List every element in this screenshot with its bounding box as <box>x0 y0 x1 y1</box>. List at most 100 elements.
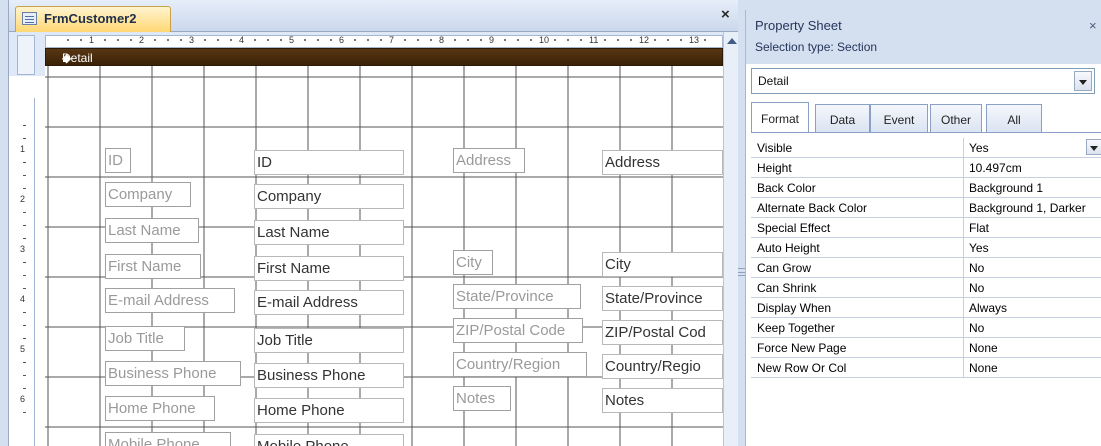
property-row[interactable]: Keep Together No <box>751 318 1101 338</box>
ruler-tick <box>280 39 282 41</box>
property-value[interactable]: No <box>963 318 1101 338</box>
ruler-number: 11 <box>589 35 599 45</box>
ruler-tick <box>23 238 26 239</box>
property-row[interactable]: New Row Or Col None <box>751 358 1101 378</box>
text-box[interactable]: Mobile Phone <box>254 434 404 446</box>
ruler-number: 1 <box>89 35 95 45</box>
text-box[interactable]: First Name <box>254 256 404 281</box>
tab-event[interactable]: Event <box>870 104 928 132</box>
property-row[interactable]: Back Color Background 1 <box>751 178 1101 198</box>
form-selector-corner[interactable] <box>17 35 35 75</box>
ruler-tick <box>217 39 219 41</box>
tab-data[interactable]: Data <box>815 104 870 132</box>
property-value[interactable]: 10.497cm <box>963 158 1101 178</box>
text-box[interactable]: State/Province <box>602 286 723 311</box>
text-box[interactable]: Company <box>254 184 404 209</box>
chevron-down-icon[interactable] <box>1086 139 1101 155</box>
property-name: Display When <box>757 301 832 315</box>
field-label[interactable]: Company <box>105 182 191 207</box>
ruler-number: 2 <box>20 194 26 204</box>
field-label[interactable]: ZIP/Postal Code <box>453 318 583 343</box>
text-box[interactable]: ID <box>254 150 404 175</box>
ruler-number: 4 <box>20 294 26 304</box>
field-label[interactable]: City <box>453 250 493 275</box>
ruler-tick <box>23 125 26 126</box>
property-row[interactable]: Can Shrink No <box>751 278 1101 298</box>
ruler-tick <box>23 225 26 226</box>
property-value[interactable]: None <box>963 358 1101 378</box>
close-property-sheet-button[interactable]: × <box>1089 18 1097 33</box>
property-sheet-title: Property Sheet <box>755 18 842 33</box>
property-row[interactable]: Auto Height Yes <box>751 238 1101 258</box>
field-label[interactable]: Last Name <box>105 218 199 243</box>
ruler-number: 5 <box>20 344 26 354</box>
field-label[interactable]: Address <box>453 148 525 173</box>
ruler-tick <box>80 39 82 41</box>
vertical-ruler[interactable]: 1 2 3 4 5 6 <box>17 98 35 446</box>
property-value[interactable]: No <box>963 258 1101 278</box>
property-name: Height <box>757 161 792 175</box>
ruler-number: 4 <box>239 35 245 45</box>
property-row[interactable]: Special Effect Flat <box>751 218 1101 238</box>
detail-section-bar[interactable]: ◆ Detail <box>45 48 723 66</box>
property-value[interactable]: None <box>963 338 1101 358</box>
property-row[interactable]: Force New Page None <box>751 338 1101 358</box>
ruler-number: 12 <box>639 35 650 45</box>
field-label[interactable]: Business Phone <box>105 361 241 386</box>
tab-format[interactable]: Format <box>751 102 809 132</box>
field-label[interactable]: State/Province <box>453 284 581 309</box>
field-label[interactable]: First Name <box>105 254 201 279</box>
text-box[interactable]: Job Title <box>254 328 404 353</box>
property-value[interactable]: Always <box>963 298 1101 318</box>
property-row[interactable]: Alternate Back Color Background 1, Darker <box>751 198 1101 218</box>
property-row[interactable]: Display When Always <box>751 298 1101 318</box>
tab-other[interactable]: Other <box>930 104 982 132</box>
property-value[interactable]: No <box>963 278 1101 298</box>
pane-splitter[interactable] <box>738 0 745 446</box>
text-box[interactable]: Address <box>602 150 723 175</box>
field-label[interactable]: Job Title <box>105 326 185 351</box>
field-label[interactable]: Notes <box>453 386 511 411</box>
form-document-tab[interactable]: FrmCustomer2 <box>15 6 171 32</box>
property-value[interactable]: Background 1, Darker <box>963 198 1101 218</box>
text-box[interactable]: Home Phone <box>254 398 404 423</box>
tab-all[interactable]: All <box>986 104 1042 132</box>
close-form-button[interactable]: × <box>721 6 730 23</box>
property-value[interactable]: Flat <box>963 218 1101 238</box>
ruler-tick <box>467 39 469 41</box>
property-row[interactable]: Can Grow No <box>751 258 1101 278</box>
field-label[interactable]: Home Phone <box>105 396 215 421</box>
horizontal-ruler[interactable]: 1 2 3 4 5 6 7 8 9 10 11 12 13 <box>45 35 723 48</box>
field-label[interactable]: ID <box>105 148 131 173</box>
object-selector-dropdown[interactable]: Detail <box>751 68 1095 94</box>
property-tabs: Format Data Event Other All <box>751 102 1101 132</box>
ruler-tick <box>117 39 119 41</box>
text-box[interactable]: Business Phone <box>254 363 404 388</box>
vertical-scrollbar[interactable] <box>723 32 739 446</box>
chevron-down-icon[interactable] <box>1074 71 1092 91</box>
text-box[interactable]: Country/Regio <box>602 354 723 379</box>
text-box[interactable]: City <box>602 252 723 277</box>
ruler-tick <box>567 39 569 41</box>
ruler-tick <box>454 39 456 41</box>
scroll-up-arrow-icon[interactable] <box>727 38 737 44</box>
property-value[interactable]: Yes <box>963 138 1101 158</box>
ruler-tick <box>23 388 26 389</box>
property-row[interactable]: Height 10.497cm <box>751 158 1101 178</box>
property-value[interactable]: Background 1 <box>963 178 1101 198</box>
text-box[interactable]: Notes <box>602 388 723 413</box>
ruler-tick <box>367 39 369 41</box>
ruler-tick <box>504 39 506 41</box>
detail-section-canvas[interactable]: ID ID Company Company Last Name Last Name Firs… <box>45 66 723 446</box>
field-label[interactable]: Country/Region <box>453 352 587 377</box>
property-name: Back Color <box>757 181 816 195</box>
text-box[interactable]: E-mail Address <box>254 290 404 315</box>
property-row[interactable]: Visible Yes <box>751 138 1101 158</box>
field-label[interactable]: Mobile Phone <box>105 432 231 446</box>
ruler-tick <box>580 39 582 41</box>
property-value[interactable]: Yes <box>963 238 1101 258</box>
text-box[interactable]: ZIP/Postal Cod <box>602 320 723 345</box>
field-label[interactable]: E-mail Address <box>105 288 235 313</box>
text-box[interactable]: Last Name <box>254 220 404 245</box>
document-tab-strip: FrmCustomer2 × <box>9 0 739 32</box>
